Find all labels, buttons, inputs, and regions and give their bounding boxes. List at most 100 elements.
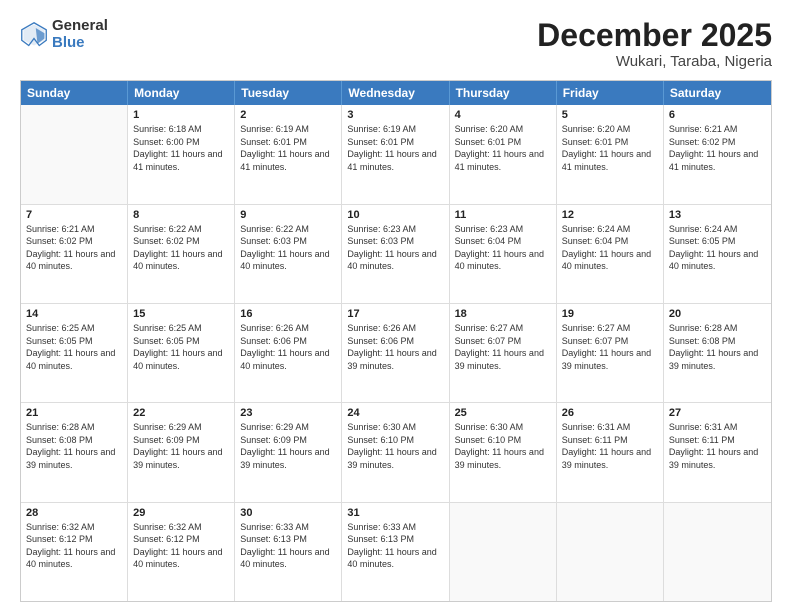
cell-info: Sunrise: 6:30 AM Sunset: 6:10 PM Dayligh… [455, 421, 551, 471]
calendar-row-2: 7 Sunrise: 6:21 AM Sunset: 6:02 PM Daylig… [21, 205, 771, 304]
calendar-cell: 17Sunrise: 6:26 AM Sunset: 6:06 PM Dayli… [342, 304, 449, 402]
cell-date: 23 [240, 407, 336, 419]
calendar-cell: 16 Sunrise: 6:26 AM Sunset: 6:06 PM Dayli… [235, 304, 342, 402]
calendar-cell: 22 Sunrise: 6:29 AM Sunset: 6:09 PM Dayli… [128, 403, 235, 501]
calendar-cell: 31Sunrise: 6:33 AM Sunset: 6:13 PM Dayli… [342, 503, 449, 601]
cell-info: Sunrise: 6:31 AM Sunset: 6:11 PM Dayligh… [562, 421, 658, 471]
calendar-cell: 26 Sunrise: 6:31 AM Sunset: 6:11 PM Dayli… [557, 403, 664, 501]
cell-date: 24 [347, 407, 443, 419]
cell-info: Sunrise: 6:32 AM Sunset: 6:12 PM Dayligh… [26, 521, 122, 571]
header: General Blue December 2025 Wukari, Tarab… [20, 18, 772, 70]
cell-info: Sunrise: 6:27 AM Sunset: 6:07 PM Dayligh… [455, 322, 551, 372]
cell-info: Sunrise: 6:33 AM Sunset: 6:13 PM Dayligh… [347, 521, 443, 571]
page: General Blue December 2025 Wukari, Tarab… [0, 0, 792, 612]
calendar-cell: 23 Sunrise: 6:29 AM Sunset: 6:09 PM Dayli… [235, 403, 342, 501]
cell-date: 15 [133, 308, 229, 320]
cell-info: Sunrise: 6:27 AM Sunset: 6:07 PM Dayligh… [562, 322, 658, 372]
cell-date: 28 [26, 507, 122, 519]
cell-date: 9 [240, 209, 336, 221]
calendar-cell: 6 Sunrise: 6:21 AM Sunset: 6:02 PM Daylig… [664, 105, 771, 203]
calendar-body: 1 Sunrise: 6:18 AM Sunset: 6:00 PM Daylig… [21, 105, 771, 601]
cell-info: Sunrise: 6:32 AM Sunset: 6:12 PM Dayligh… [133, 521, 229, 571]
calendar-row-1: 1 Sunrise: 6:18 AM Sunset: 6:00 PM Daylig… [21, 105, 771, 204]
logo-icon [20, 21, 48, 49]
calendar-cell: 15Sunrise: 6:25 AM Sunset: 6:05 PM Dayli… [128, 304, 235, 402]
cell-date: 29 [133, 507, 229, 519]
cell-date: 25 [455, 407, 551, 419]
calendar-cell: 5Sunrise: 6:20 AM Sunset: 6:01 PM Daylig… [557, 105, 664, 203]
cell-info: Sunrise: 6:22 AM Sunset: 6:02 PM Dayligh… [133, 223, 229, 273]
cell-info: Sunrise: 6:31 AM Sunset: 6:11 PM Dayligh… [669, 421, 766, 471]
cell-info: Sunrise: 6:23 AM Sunset: 6:03 PM Dayligh… [347, 223, 443, 273]
header-tuesday: Tuesday [235, 81, 342, 105]
logo-blue-text: Blue [52, 35, 108, 52]
title-block: December 2025 Wukari, Taraba, Nigeria [537, 18, 772, 70]
calendar-cell: 30 Sunrise: 6:33 AM Sunset: 6:13 PM Dayli… [235, 503, 342, 601]
calendar-cell: 2 Sunrise: 6:19 AM Sunset: 6:01 PM Daylig… [235, 105, 342, 203]
calendar-cell: 9 Sunrise: 6:22 AM Sunset: 6:03 PM Daylig… [235, 205, 342, 303]
cell-info: Sunrise: 6:29 AM Sunset: 6:09 PM Dayligh… [133, 421, 229, 471]
calendar-cell: 25 Sunrise: 6:30 AM Sunset: 6:10 PM Dayli… [450, 403, 557, 501]
cell-info: Sunrise: 6:29 AM Sunset: 6:09 PM Dayligh… [240, 421, 336, 471]
cell-info: Sunrise: 6:33 AM Sunset: 6:13 PM Dayligh… [240, 521, 336, 571]
calendar-cell: 3Sunrise: 6:19 AM Sunset: 6:01 PM Daylig… [342, 105, 449, 203]
calendar-cell [21, 105, 128, 203]
calendar-row-3: 14 Sunrise: 6:25 AM Sunset: 6:05 PM Dayli… [21, 304, 771, 403]
cell-info: Sunrise: 6:21 AM Sunset: 6:02 PM Dayligh… [669, 123, 766, 173]
calendar-row-5: 28 Sunrise: 6:32 AM Sunset: 6:12 PM Dayli… [21, 503, 771, 601]
cell-date: 8 [133, 209, 229, 221]
calendar-cell: 7 Sunrise: 6:21 AM Sunset: 6:02 PM Daylig… [21, 205, 128, 303]
cell-date: 6 [669, 109, 766, 121]
cell-date: 7 [26, 209, 122, 221]
cell-info: Sunrise: 6:26 AM Sunset: 6:06 PM Dayligh… [240, 322, 336, 372]
cell-info: Sunrise: 6:25 AM Sunset: 6:05 PM Dayligh… [26, 322, 122, 372]
calendar-cell: 12 Sunrise: 6:24 AM Sunset: 6:04 PM Dayli… [557, 205, 664, 303]
header-saturday: Saturday [664, 81, 771, 105]
cell-date: 19 [562, 308, 658, 320]
cell-info: Sunrise: 6:28 AM Sunset: 6:08 PM Dayligh… [669, 322, 766, 372]
calendar-cell: 11 Sunrise: 6:23 AM Sunset: 6:04 PM Dayli… [450, 205, 557, 303]
cell-date: 11 [455, 209, 551, 221]
cell-date: 22 [133, 407, 229, 419]
cell-info: Sunrise: 6:28 AM Sunset: 6:08 PM Dayligh… [26, 421, 122, 471]
cell-date: 17 [347, 308, 443, 320]
cell-date: 2 [240, 109, 336, 121]
cell-info: Sunrise: 6:30 AM Sunset: 6:10 PM Dayligh… [347, 421, 443, 471]
cell-date: 1 [133, 109, 229, 121]
calendar-cell: 20Sunrise: 6:28 AM Sunset: 6:08 PM Dayli… [664, 304, 771, 402]
header-friday: Friday [557, 81, 664, 105]
cell-info: Sunrise: 6:18 AM Sunset: 6:00 PM Dayligh… [133, 123, 229, 173]
calendar-cell: 13 Sunrise: 6:24 AM Sunset: 6:05 PM Dayli… [664, 205, 771, 303]
calendar-cell: 27 Sunrise: 6:31 AM Sunset: 6:11 PM Dayli… [664, 403, 771, 501]
calendar-cell: 10 Sunrise: 6:23 AM Sunset: 6:03 PM Dayli… [342, 205, 449, 303]
calendar-cell: 1 Sunrise: 6:18 AM Sunset: 6:00 PM Daylig… [128, 105, 235, 203]
calendar-header: Sunday Monday Tuesday Wednesday Thursday… [21, 81, 771, 105]
cell-date: 16 [240, 308, 336, 320]
calendar-cell: 8 Sunrise: 6:22 AM Sunset: 6:02 PM Daylig… [128, 205, 235, 303]
cell-info: Sunrise: 6:19 AM Sunset: 6:01 PM Dayligh… [347, 123, 443, 173]
calendar-cell: 24 Sunrise: 6:30 AM Sunset: 6:10 PM Dayli… [342, 403, 449, 501]
logo-text: General Blue [52, 18, 108, 51]
cell-info: Sunrise: 6:19 AM Sunset: 6:01 PM Dayligh… [240, 123, 336, 173]
title-location: Wukari, Taraba, Nigeria [537, 53, 772, 70]
cell-date: 10 [347, 209, 443, 221]
calendar-cell: 29 Sunrise: 6:32 AM Sunset: 6:12 PM Dayli… [128, 503, 235, 601]
cell-info: Sunrise: 6:22 AM Sunset: 6:03 PM Dayligh… [240, 223, 336, 273]
title-month: December 2025 [537, 18, 772, 53]
cell-date: 21 [26, 407, 122, 419]
cell-date: 26 [562, 407, 658, 419]
cell-date: 27 [669, 407, 766, 419]
cell-date: 12 [562, 209, 658, 221]
cell-date: 4 [455, 109, 551, 121]
calendar-row-4: 21 Sunrise: 6:28 AM Sunset: 6:08 PM Dayli… [21, 403, 771, 502]
cell-date: 13 [669, 209, 766, 221]
cell-info: Sunrise: 6:24 AM Sunset: 6:05 PM Dayligh… [669, 223, 766, 273]
cell-date: 30 [240, 507, 336, 519]
cell-info: Sunrise: 6:23 AM Sunset: 6:04 PM Dayligh… [455, 223, 551, 273]
cell-info: Sunrise: 6:24 AM Sunset: 6:04 PM Dayligh… [562, 223, 658, 273]
cell-info: Sunrise: 6:21 AM Sunset: 6:02 PM Dayligh… [26, 223, 122, 273]
cell-date: 14 [26, 308, 122, 320]
calendar-cell: 21 Sunrise: 6:28 AM Sunset: 6:08 PM Dayli… [21, 403, 128, 501]
calendar-cell [450, 503, 557, 601]
header-wednesday: Wednesday [342, 81, 449, 105]
